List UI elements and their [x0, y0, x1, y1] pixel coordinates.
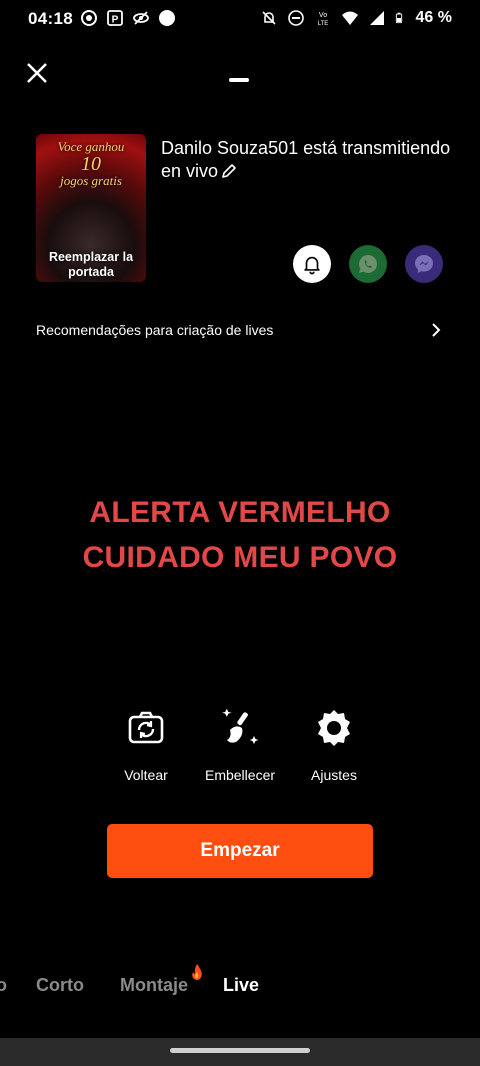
flip-camera-label: Voltear: [124, 767, 168, 783]
whatsapp-icon: [359, 255, 377, 273]
mode-tab-montaje[interactable]: Montaje: [120, 975, 188, 996]
messenger-icon: [415, 255, 433, 273]
no-eye-icon: [133, 11, 149, 25]
cover-image[interactable]: Voce ganhou 10 jogos gratis Reemplazar l…: [36, 134, 146, 282]
whatsapp-share-button[interactable]: [349, 245, 387, 283]
beauty-button[interactable]: Embellecer: [190, 706, 290, 783]
stream-headline: Danilo Souza501 está transmitiendo en vi…: [161, 137, 451, 183]
mode-tab-partial[interactable]: o: [0, 975, 7, 996]
signal-icon: [369, 11, 384, 25]
alert-message: ALERTA VERMELHO CUIDADO MEU POVO: [0, 490, 480, 580]
close-button[interactable]: [22, 58, 52, 88]
headline-text: Danilo Souza501 está transmitiendo en vi…: [161, 138, 451, 181]
alert-line-1: ALERTA VERMELHO: [89, 496, 391, 529]
cover-title-line1: Voce ganhou: [57, 139, 125, 154]
svg-text:Vo: Vo: [318, 12, 326, 19]
cover-title-line2: jogos gratis: [60, 173, 122, 188]
home-gesture-pill[interactable]: [170, 1048, 310, 1053]
dnd-icon: [287, 10, 304, 26]
beauty-label: Embellecer: [204, 767, 276, 783]
beauty-brush-icon: [222, 708, 259, 744]
system-nav-bar: [0, 1038, 480, 1066]
messenger-share-button[interactable]: [405, 245, 443, 283]
wifi-icon: [341, 11, 358, 25]
status-icons-right: Vo LTE 46 %: [260, 9, 452, 27]
status-time: 04:18: [28, 9, 73, 28]
bell-off-icon: [261, 11, 276, 25]
alert-line-2: CUIDADO MEU POVO: [82, 541, 398, 574]
cover-title: Voce ganhou 10 jogos gratis: [36, 140, 146, 188]
circle-icon: [159, 10, 175, 26]
battery-icon: [395, 12, 402, 24]
status-bar: 04:18 P Vo LTE 46 %: [0, 0, 480, 38]
close-icon: [27, 63, 47, 83]
live-tools: Voltear Embellecer Ajustes: [0, 706, 480, 796]
bell-icon: [304, 256, 320, 275]
mode-tab-live[interactable]: Live: [223, 975, 259, 996]
record-icon: [81, 10, 97, 26]
parking-icon: P: [107, 10, 123, 26]
battery-percent: 46 %: [415, 9, 452, 26]
cover-title-number: 10: [81, 153, 101, 175]
settings-gear-icon: [318, 710, 350, 746]
fire-icon: [192, 964, 202, 980]
start-live-button[interactable]: Empezar: [107, 824, 373, 878]
svg-text:P: P: [112, 15, 119, 26]
status-icons-left: P: [80, 9, 176, 27]
recommendations-label: Recomendações para criação de lives: [36, 322, 274, 338]
notify-button[interactable]: [293, 245, 331, 283]
sheet-handle[interactable]: [229, 78, 249, 82]
settings-label: Ajustes: [311, 767, 357, 783]
flip-camera-button[interactable]: Voltear: [96, 706, 196, 783]
chevron-right-icon: [432, 323, 441, 337]
replace-cover-label: Reemplazar la portada: [48, 250, 134, 279]
edit-pencil-icon[interactable]: [220, 162, 238, 180]
share-row: [293, 245, 443, 283]
settings-button[interactable]: Ajustes: [284, 706, 384, 783]
flip-camera-icon: [128, 711, 164, 744]
volte-icon: Vo LTE: [317, 12, 328, 27]
svg-text:LTE: LTE: [317, 21, 328, 27]
mode-switcher: o Corto Montaje Live: [0, 975, 480, 1001]
mode-tab-corto[interactable]: Corto: [36, 975, 84, 996]
live-recommendations-link[interactable]: Recomendações para criação de lives: [36, 320, 446, 340]
